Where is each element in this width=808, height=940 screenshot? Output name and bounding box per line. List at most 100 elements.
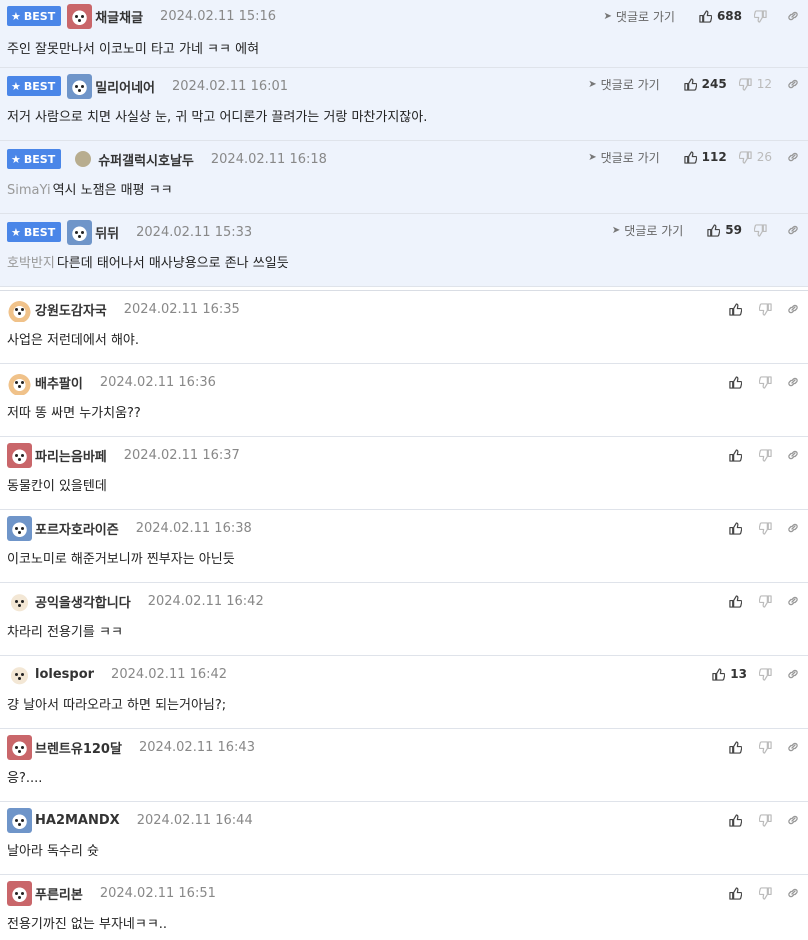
author-nickname[interactable]: 배추팔이 [35, 373, 83, 392]
comment-date: 2024.02.11 16:42 [111, 666, 228, 682]
thumbs-up-icon [729, 740, 743, 754]
comment-date: 2024.02.11 16:51 [99, 885, 216, 901]
downvote-button[interactable] [758, 448, 772, 462]
comment-actions: ➤ 댓글로 가기 112 26 [588, 149, 800, 165]
upvote-button[interactable] [729, 302, 747, 316]
author-nickname[interactable]: 파리는음바페 [35, 446, 107, 465]
downvote-button[interactable] [753, 223, 772, 237]
downvote-button[interactable] [758, 740, 772, 754]
avatar[interactable] [7, 588, 32, 614]
goto-label: 댓글로 가기 [615, 9, 675, 24]
reply-target[interactable]: 호박반지 [7, 256, 55, 271]
avatar[interactable] [7, 734, 32, 760]
link-icon[interactable] [786, 886, 800, 900]
avatar[interactable] [67, 3, 93, 29]
upvote-count: 688 [716, 9, 742, 23]
link-icon[interactable] [786, 667, 800, 681]
avatar[interactable] [7, 442, 32, 468]
avatar[interactable] [7, 880, 32, 906]
downvote-button[interactable] [758, 375, 772, 389]
link-icon[interactable] [786, 223, 800, 237]
avatar[interactable] [67, 73, 93, 99]
goto-comment-link[interactable]: ➤ 댓글로 가기 [588, 149, 659, 166]
author-nickname[interactable]: HA2MANDX [35, 813, 120, 828]
downvote-button[interactable]: 26 [738, 150, 772, 164]
avatar[interactable] [7, 807, 32, 833]
upvote-button[interactable]: 59 [707, 223, 742, 237]
link-icon[interactable] [786, 77, 800, 91]
author-nickname[interactable]: 슈퍼갤럭시호날두 [98, 150, 194, 169]
link-icon[interactable] [786, 150, 800, 164]
upvote-button[interactable] [729, 375, 747, 389]
goto-comment-link[interactable]: ➤ 댓글로 가기 [604, 8, 675, 25]
link-icon[interactable] [786, 813, 800, 827]
upvote-button[interactable]: 13 [712, 667, 747, 681]
comment-text: 걍 날아서 따라오라고 하면 되는거아님?; [7, 698, 227, 713]
thumbs-down-icon [758, 813, 772, 827]
link-icon[interactable] [786, 521, 800, 535]
comment: HA2MANDX 2024.02.11 16:44 날아라 독수리 슛 [0, 802, 808, 875]
link-icon[interactable] [786, 594, 800, 608]
downvote-button[interactable] [758, 667, 772, 681]
upvote-count: 112 [701, 150, 727, 164]
upvote-button[interactable]: 688 [699, 9, 742, 23]
upvote-button[interactable] [729, 521, 747, 535]
thumbs-down-icon [753, 223, 767, 237]
thumbs-up-icon [683, 150, 698, 164]
avatar[interactable] [75, 151, 92, 167]
author-nickname[interactable]: 브렌트유120달 [35, 738, 122, 757]
upvote-button[interactable]: 245 [683, 77, 727, 91]
upvote-button[interactable] [729, 448, 747, 462]
goto-comment-link[interactable]: ➤ 댓글로 가기 [612, 222, 683, 239]
upvote-button[interactable] [729, 594, 747, 608]
downvote-button[interactable]: 12 [738, 77, 772, 91]
upvote-button[interactable] [729, 886, 747, 900]
author-nickname[interactable]: 포르자호라이즌 [35, 519, 119, 538]
author-nickname[interactable]: 공익을생각합니다 [35, 592, 131, 611]
comment-list: ★ BEST 채글채글 2024.02.11 15:16 주인 잘못만나서 이코노미 타… [0, 0, 808, 940]
link-icon[interactable] [786, 302, 800, 316]
downvote-button[interactable] [758, 886, 772, 900]
author-nickname[interactable]: lolespor [35, 667, 94, 682]
link-icon[interactable] [786, 448, 800, 462]
avatar[interactable] [7, 661, 32, 687]
downvote-button[interactable] [758, 302, 772, 316]
thumbs-up-icon [729, 448, 743, 462]
reply-target[interactable]: SimaYi [7, 183, 51, 198]
downvote-button[interactable] [758, 521, 772, 535]
comment-text: 응?.... [7, 771, 43, 786]
author-nickname[interactable]: 뒤뒤 [95, 223, 119, 242]
author-nickname[interactable]: 강원도감자국 [35, 300, 107, 319]
best-label: BEST [23, 225, 56, 239]
avatar[interactable] [7, 369, 32, 395]
comment-header: lolespor 2024.02.11 16:42 [7, 661, 228, 687]
comment-text: 차라리 전용기를 ㅋㅋ [7, 625, 123, 640]
author-nickname[interactable]: 밀리어네어 [95, 77, 155, 96]
best-comment: ★ BEST 밀리어네어 2024.02.11 16:01 저거 사람으로 치면 사실상… [0, 68, 808, 141]
author-nickname[interactable]: 푸른리본 [35, 884, 83, 903]
comment-actions [717, 812, 800, 828]
link-icon[interactable] [786, 740, 800, 754]
comment: 브렌트유120달 2024.02.11 16:43 응?.... [0, 729, 808, 802]
comment-header: 강원도감자국 2024.02.11 16:35 [7, 296, 240, 322]
upvote-button[interactable] [729, 740, 747, 754]
goto-comment-link[interactable]: ➤ 댓글로 가기 [588, 76, 659, 93]
author-nickname[interactable]: 채글채글 [95, 7, 143, 26]
comment-date: 2024.02.11 16:37 [123, 447, 240, 463]
link-icon[interactable] [786, 9, 800, 23]
thumbs-up-icon [729, 886, 743, 900]
upvote-button[interactable] [729, 813, 747, 827]
comment-date: 2024.02.11 16:38 [135, 520, 252, 536]
downvote-button[interactable] [758, 813, 772, 827]
thumbs-up-icon [699, 9, 713, 23]
avatar[interactable] [7, 296, 32, 322]
downvote-button[interactable] [753, 9, 772, 23]
avatar[interactable] [7, 515, 32, 541]
comment-actions [717, 739, 800, 755]
avatar[interactable] [67, 219, 93, 245]
downvote-button[interactable] [758, 594, 772, 608]
comment-header: ★ BEST 채글채글 2024.02.11 15:16 [7, 3, 276, 29]
best-comment: ★ BEST 슈퍼갤럭시호날두 2024.02.11 16:18 SimaYi 역시 노잼… [0, 141, 808, 214]
upvote-button[interactable]: 112 [683, 150, 727, 164]
link-icon[interactable] [786, 375, 800, 389]
